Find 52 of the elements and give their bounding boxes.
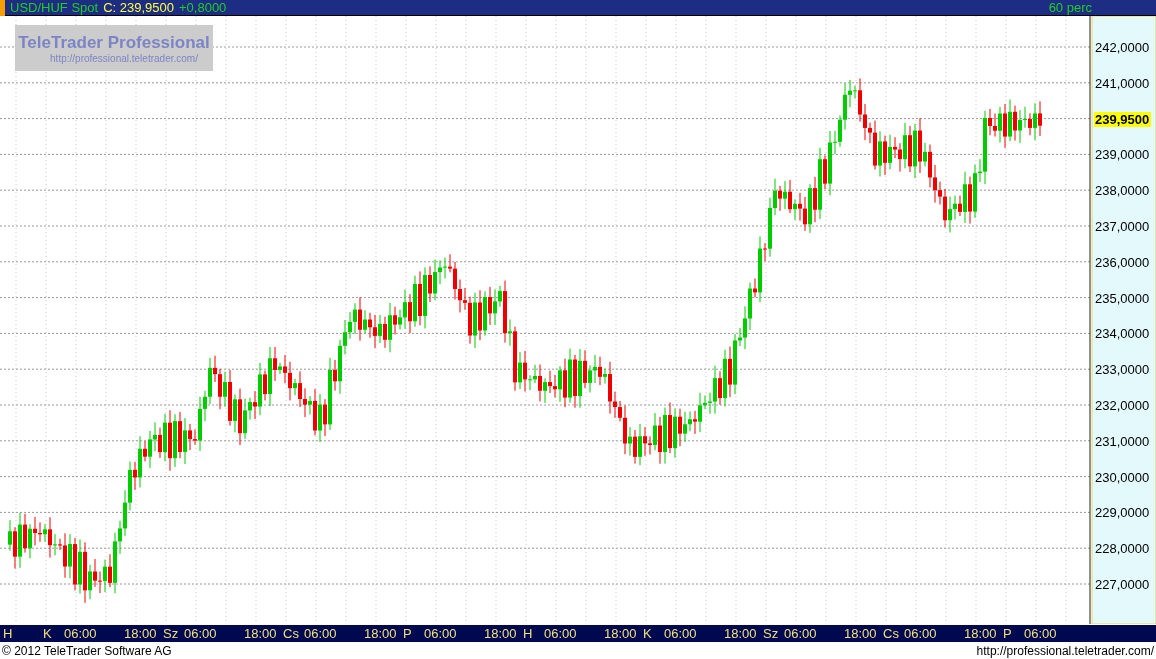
current-price-label: 239,9500: [1094, 112, 1152, 128]
time-label: 18:00: [604, 626, 637, 641]
symbol-label: USD/HUF Spot: [10, 0, 99, 15]
day-label: Cs: [883, 626, 899, 641]
time-label: 18:00: [964, 626, 997, 641]
y-axis-label: 228,0000: [1095, 541, 1150, 557]
y-axis-label: 231,0000: [1095, 433, 1150, 449]
price-change: +0,8000: [179, 0, 227, 15]
y-axis-label: 236,0000: [1095, 254, 1150, 270]
close-price: C: 239,9500: [103, 0, 174, 15]
y-axis-label: 230,0000: [1095, 469, 1150, 485]
footer-url: http://professional.teletrader.com/: [976, 643, 1154, 658]
day-label: P: [1003, 626, 1012, 641]
marker-icon: [0, 0, 5, 16]
time-label: 06:00: [424, 626, 457, 641]
y-axis-label: 238,0000: [1095, 183, 1150, 199]
y-axis-label: 239,0000: [1095, 147, 1150, 163]
time-label: 18:00: [844, 626, 877, 641]
logo-title: TeleTrader Professional: [18, 32, 210, 53]
y-axis-label: 237,0000: [1095, 219, 1150, 234]
y-axis-label: 233,0000: [1095, 362, 1150, 378]
y-axis-label: 242,0000: [1095, 40, 1150, 55]
day-label: K: [43, 626, 52, 641]
time-label: 06:00: [1024, 626, 1057, 641]
time-label: 06:00: [64, 626, 97, 641]
copyright-text: © 2012 TeleTrader Software AG: [2, 643, 172, 658]
time-label: 06:00: [784, 626, 817, 641]
day-label: P: [403, 626, 412, 641]
y-axis-label: 241,0000: [1095, 75, 1150, 91]
time-label: 18:00: [724, 626, 757, 641]
logo-url: http://professional.teletrader.com/: [49, 52, 198, 64]
time-label: 06:00: [904, 626, 937, 641]
time-label: 06:00: [544, 626, 577, 641]
time-label: 18:00: [484, 626, 517, 641]
y-axis-label: 227,0000: [1095, 577, 1150, 592]
y-axis-label: 234,0000: [1095, 326, 1150, 342]
time-label: 06:00: [184, 626, 217, 641]
day-label: Cs: [283, 626, 299, 641]
day-label: Sz: [763, 626, 779, 641]
day-label: Sz: [163, 626, 179, 641]
time-label: 18:00: [244, 626, 277, 641]
y-axis-label: 235,0000: [1095, 290, 1150, 306]
time-label: 06:00: [664, 626, 697, 641]
y-axis-label: 229,0000: [1095, 505, 1150, 521]
time-label: 06:00: [304, 626, 337, 641]
interval-label: 60 perc: [1048, 0, 1092, 15]
day-label: K: [643, 626, 652, 641]
day-label: H: [523, 626, 533, 641]
y-axis-label: 232,0000: [1095, 398, 1150, 413]
time-label: 18:00: [124, 626, 157, 641]
day-label: H: [3, 626, 13, 641]
time-label: 18:00: [364, 626, 397, 641]
